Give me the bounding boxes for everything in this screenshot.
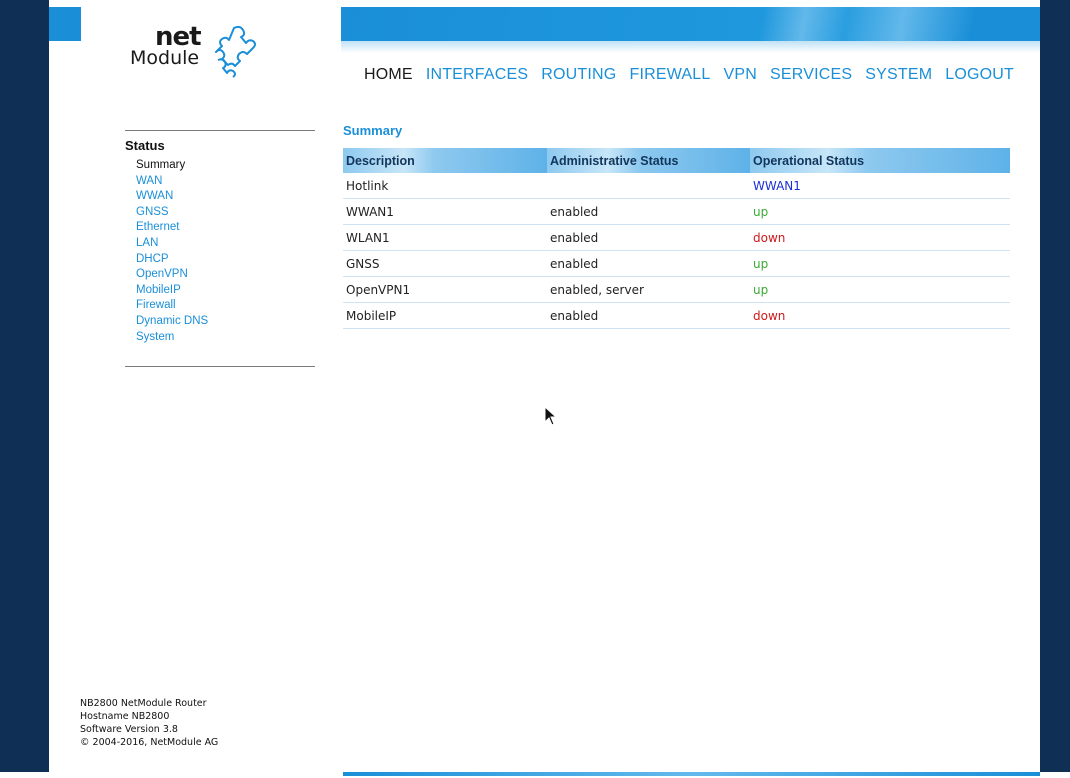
logo-text-module: Module bbox=[130, 47, 200, 69]
table-row: WLAN1 enabled down bbox=[343, 224, 1010, 251]
column-header-operational-status: Operational Status bbox=[750, 148, 1010, 173]
system-info-copyright: © 2004-2016, NetModule AG bbox=[80, 737, 219, 748]
left-frame bbox=[0, 0, 49, 778]
row-operational-status: down bbox=[750, 302, 1010, 329]
row-admin-status: enabled bbox=[547, 198, 750, 225]
row-operational-status: WWAN1 bbox=[750, 173, 1010, 199]
sidebar-item-wwan[interactable]: WWAN bbox=[136, 189, 208, 205]
table-row: OpenVPN1 enabled, server up bbox=[343, 276, 1010, 303]
row-admin-status: enabled bbox=[547, 250, 750, 277]
header-fade bbox=[341, 41, 1040, 53]
sidebar-item-summary[interactable]: Summary bbox=[136, 158, 208, 174]
main-nav: HOME INTERFACES ROUTING FIREWALL VPN SER… bbox=[364, 66, 1027, 84]
nav-logout[interactable]: LOGOUT bbox=[945, 66, 1014, 84]
nav-routing[interactable]: ROUTING bbox=[541, 66, 616, 84]
table-header-row: Description Administrative Status Operat… bbox=[343, 148, 1010, 173]
row-admin-status: enabled bbox=[547, 224, 750, 251]
row-description: WWAN1 bbox=[343, 198, 547, 225]
sidebar-item-dynamic-dns[interactable]: Dynamic DNS bbox=[136, 314, 208, 330]
nav-interfaces[interactable]: INTERFACES bbox=[426, 66, 528, 84]
system-info: NB2800 NetModule Router Hostname NB2800 … bbox=[80, 697, 218, 749]
system-info-model: NB2800 NetModule Router bbox=[80, 698, 207, 709]
table-row: MobileIP enabled down bbox=[343, 302, 1010, 329]
row-operational-status: up bbox=[750, 198, 1010, 225]
sidebar-item-wan[interactable]: WAN bbox=[136, 174, 208, 190]
sidebar-item-lan[interactable]: LAN bbox=[136, 236, 208, 252]
bottom-accent-strip bbox=[343, 772, 1040, 776]
nav-services[interactable]: SERVICES bbox=[770, 66, 852, 84]
header-band bbox=[341, 7, 1040, 41]
column-header-description: Description bbox=[343, 148, 547, 173]
mouse-cursor-icon bbox=[544, 406, 558, 426]
status-summary-table: Description Administrative Status Operat… bbox=[343, 148, 1010, 329]
row-description: WLAN1 bbox=[343, 224, 547, 251]
row-operational-status: up bbox=[750, 250, 1010, 277]
sidebar-item-firewall[interactable]: Firewall bbox=[136, 298, 208, 314]
sidebar-item-mobileip[interactable]: MobileIP bbox=[136, 283, 208, 299]
sidebar-menu: Summary WAN WWAN GNSS Ethernet LAN DHCP … bbox=[136, 158, 208, 345]
nav-system[interactable]: SYSTEM bbox=[865, 66, 932, 84]
sidebar-item-system[interactable]: System bbox=[136, 330, 208, 346]
sidebar-bottom-divider bbox=[125, 366, 315, 367]
nav-home[interactable]: HOME bbox=[364, 66, 413, 84]
table-row: WWAN1 enabled up bbox=[343, 198, 1010, 225]
row-admin-status: enabled bbox=[547, 302, 750, 329]
left-frame-accent bbox=[49, 7, 81, 41]
row-operational-status: down bbox=[750, 224, 1010, 251]
puzzle-pieces-icon bbox=[215, 25, 256, 78]
row-description: GNSS bbox=[343, 250, 547, 277]
page-title: Summary bbox=[343, 123, 403, 138]
column-header-admin-status: Administrative Status bbox=[547, 148, 750, 173]
row-description: Hotlink bbox=[343, 173, 547, 199]
page-top-margin bbox=[0, 0, 1070, 7]
sidebar-item-ethernet[interactable]: Ethernet bbox=[136, 220, 208, 236]
row-description: OpenVPN1 bbox=[343, 276, 547, 303]
table-row: GNSS enabled up bbox=[343, 250, 1010, 277]
system-info-hostname: Hostname NB2800 bbox=[80, 711, 170, 722]
sidebar-item-gnss[interactable]: GNSS bbox=[136, 205, 208, 221]
sidebar-top-divider bbox=[125, 130, 315, 131]
row-operational-status: up bbox=[750, 276, 1010, 303]
netmodule-logo[interactable]: net Module bbox=[128, 22, 268, 86]
right-frame bbox=[1040, 0, 1070, 778]
system-info-software-version: Software Version 3.8 bbox=[80, 724, 178, 735]
nav-vpn[interactable]: VPN bbox=[724, 66, 758, 84]
nav-firewall[interactable]: FIREWALL bbox=[629, 66, 710, 84]
table-row: Hotlink WWAN1 bbox=[343, 173, 1010, 199]
sidebar-title: Status bbox=[125, 138, 165, 153]
row-admin-status bbox=[547, 173, 750, 199]
row-description: MobileIP bbox=[343, 302, 547, 329]
sidebar-item-openvpn[interactable]: OpenVPN bbox=[136, 267, 208, 283]
row-admin-status: enabled, server bbox=[547, 276, 750, 303]
sidebar-item-dhcp[interactable]: DHCP bbox=[136, 252, 208, 268]
